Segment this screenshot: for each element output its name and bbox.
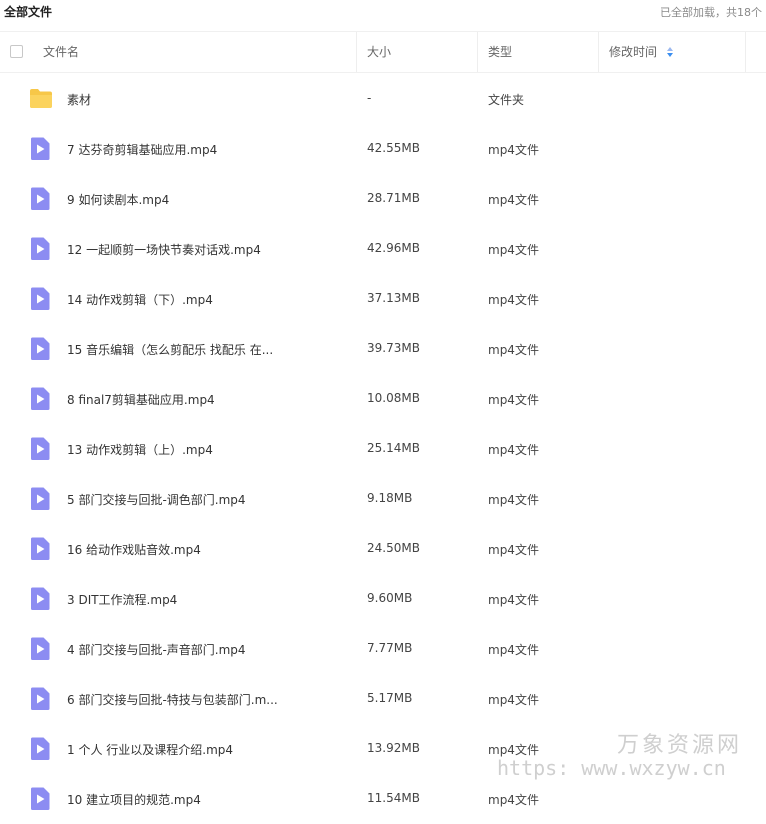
top-bar: 全部文件 已全部加载，共18个 [0, 0, 766, 24]
file-name[interactable]: 4 部门交接与回批-声音部门.mp4 [67, 641, 246, 658]
file-type: mp4文件 [488, 293, 539, 307]
file-size: 9.60MB [367, 591, 413, 605]
file-name[interactable]: 素材 [67, 91, 91, 108]
file-row[interactable]: 7 达芬奇剪辑基础应用.mp4 42.55MB mp4文件 [0, 124, 766, 174]
file-name[interactable]: 15 音乐编辑（怎么剪配乐 找配乐 在... [67, 341, 273, 358]
file-size: 10.08MB [367, 391, 420, 405]
file-size: 7.77MB [367, 641, 413, 655]
file-row[interactable]: 13 动作戏剪辑（上）.mp4 25.14MB mp4文件 [0, 424, 766, 474]
video-file-icon [29, 737, 51, 765]
file-name[interactable]: 12 一起顺剪一场快节奏对话戏.mp4 [67, 241, 261, 258]
watermark-url: https: www.wxzyw.cn [497, 756, 726, 780]
video-file-icon [29, 487, 51, 515]
file-type: mp4文件 [488, 543, 539, 557]
file-type: mp4文件 [488, 493, 539, 507]
file-row[interactable]: 6 部门交接与回批-特技与包装部门.m... 5.17MB mp4文件 [0, 674, 766, 724]
video-file-icon [29, 387, 51, 415]
file-type: mp4文件 [488, 343, 539, 357]
file-type: mp4文件 [488, 393, 539, 407]
column-divider[interactable] [598, 32, 599, 72]
file-row[interactable]: 16 给动作戏贴音效.mp4 24.50MB mp4文件 [0, 524, 766, 574]
column-header-size[interactable]: 大小 [367, 32, 391, 72]
file-type: mp4文件 [488, 593, 539, 607]
file-name[interactable]: 5 部门交接与回批-调色部门.mp4 [67, 491, 246, 508]
file-size: 37.13MB [367, 291, 420, 305]
file-type: mp4文件 [488, 443, 539, 457]
file-row[interactable]: 8 final7剪辑基础应用.mp4 10.08MB mp4文件 [0, 374, 766, 424]
video-file-icon [29, 787, 51, 815]
file-list-header: 文件名 大小 类型 修改时间 [0, 31, 766, 73]
file-name[interactable]: 14 动作戏剪辑（下）.mp4 [67, 291, 213, 308]
file-row[interactable]: 3 DIT工作流程.mp4 9.60MB mp4文件 [0, 574, 766, 624]
video-file-icon [29, 337, 51, 365]
video-file-icon [29, 537, 51, 565]
file-size: 24.50MB [367, 541, 420, 555]
file-row[interactable]: 14 动作戏剪辑（下）.mp4 37.13MB mp4文件 [0, 274, 766, 324]
file-type: mp4文件 [488, 143, 539, 157]
video-file-icon [29, 637, 51, 665]
column-divider[interactable] [356, 32, 357, 72]
file-size: 28.71MB [367, 191, 420, 205]
video-file-icon [29, 287, 51, 315]
column-divider[interactable] [477, 32, 478, 72]
file-row[interactable]: 12 一起顺剪一场快节奏对话戏.mp4 42.96MB mp4文件 [0, 224, 766, 274]
file-list: 素材 - 文件夹 7 达芬奇剪辑基础应用.mp4 42.55MB mp4文件 9 如何读剧本… [0, 74, 766, 824]
file-row[interactable]: 10 建立项目的规范.mp4 11.54MB mp4文件 [0, 774, 766, 824]
column-header-name[interactable]: 文件名 [43, 32, 79, 72]
column-header-modified[interactable]: 修改时间 [609, 32, 657, 72]
video-file-icon [29, 137, 51, 165]
file-size: 13.92MB [367, 741, 420, 755]
file-row[interactable]: 5 部门交接与回批-调色部门.mp4 9.18MB mp4文件 [0, 474, 766, 524]
file-size: 9.18MB [367, 491, 413, 505]
file-size: 5.17MB [367, 691, 413, 705]
file-type: mp4文件 [488, 243, 539, 257]
watermark-title: 万象资源网 [617, 733, 743, 758]
file-type: 文件夹 [488, 93, 525, 107]
file-size: 39.73MB [367, 341, 420, 355]
sort-icon[interactable] [667, 46, 673, 58]
video-file-icon [29, 687, 51, 715]
file-name[interactable]: 13 动作戏剪辑（上）.mp4 [67, 441, 213, 458]
file-name[interactable]: 3 DIT工作流程.mp4 [67, 591, 177, 608]
column-divider[interactable] [745, 32, 746, 72]
file-size: 42.96MB [367, 241, 420, 255]
file-name[interactable]: 7 达芬奇剪辑基础应用.mp4 [67, 141, 217, 158]
load-status-text: 已全部加载，共18个 [660, 6, 762, 19]
select-all-checkbox[interactable] [10, 45, 23, 58]
video-file-icon [29, 187, 51, 215]
file-name[interactable]: 9 如何读剧本.mp4 [67, 191, 169, 208]
breadcrumb-all-files[interactable]: 全部文件 [4, 3, 52, 20]
column-header-type[interactable]: 类型 [488, 32, 512, 72]
file-row[interactable]: 4 部门交接与回批-声音部门.mp4 7.77MB mp4文件 [0, 624, 766, 674]
file-name[interactable]: 1 个人 行业以及课程介绍.mp4 [67, 741, 233, 758]
file-name[interactable]: 8 final7剪辑基础应用.mp4 [67, 391, 215, 408]
file-type: mp4文件 [488, 643, 539, 657]
file-type: mp4文件 [488, 193, 539, 207]
video-file-icon [29, 437, 51, 465]
file-row[interactable]: 9 如何读剧本.mp4 28.71MB mp4文件 [0, 174, 766, 224]
file-size: 42.55MB [367, 141, 420, 155]
file-name[interactable]: 6 部门交接与回批-特技与包装部门.m... [67, 691, 278, 708]
folder-row[interactable]: 素材 - 文件夹 [0, 74, 766, 124]
video-file-icon [29, 237, 51, 265]
file-size: 11.54MB [367, 791, 420, 805]
folder-icon [29, 88, 53, 113]
file-type: mp4文件 [488, 693, 539, 707]
file-size: - [367, 91, 372, 105]
file-size: 25.14MB [367, 441, 420, 455]
video-file-icon [29, 587, 51, 615]
file-name[interactable]: 16 给动作戏贴音效.mp4 [67, 541, 201, 558]
file-row[interactable]: 15 音乐编辑（怎么剪配乐 找配乐 在... 39.73MB mp4文件 [0, 324, 766, 374]
